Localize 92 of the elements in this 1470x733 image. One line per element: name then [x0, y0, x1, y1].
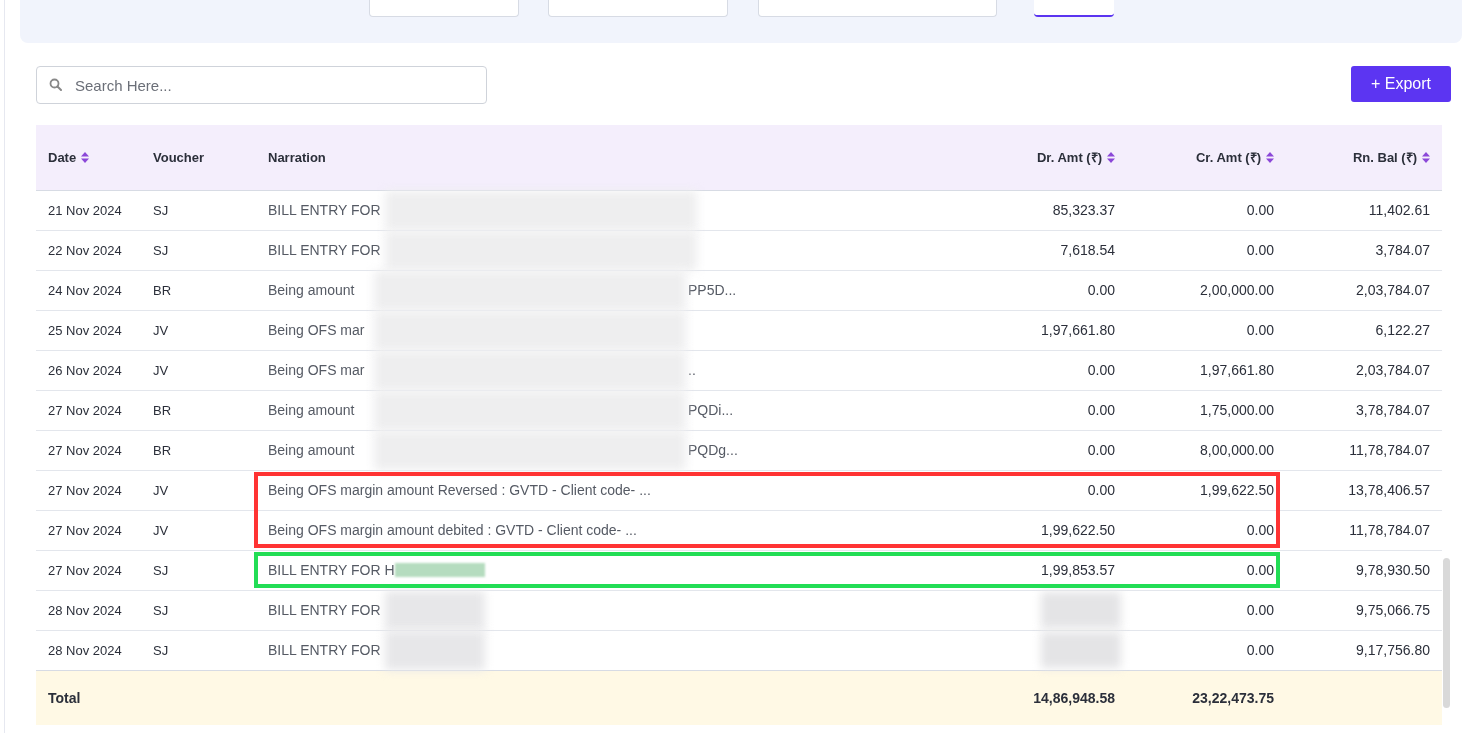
table-cell: PP5D...	[688, 282, 737, 298]
table-cell: JV	[141, 310, 256, 350]
scrollbar-thumb[interactable]	[1443, 558, 1450, 708]
table-cell: 1,99,853.57	[1041, 562, 1115, 578]
filter-field[interactable]	[548, 0, 728, 17]
column-header: Voucher	[153, 149, 205, 165]
table-cell: 27 Nov 2024	[36, 550, 141, 590]
table-cell: 1,99,622.50	[1200, 482, 1274, 498]
table-cell-text: Being amount	[268, 442, 356, 458]
table-cell-text: Being OFS mar	[268, 362, 366, 378]
table-cell: 11,78,784.07	[1349, 442, 1430, 458]
table-cell: 1,97,661.80	[1041, 322, 1115, 338]
table-cell: PQDi...	[688, 402, 734, 418]
column-header[interactable]: Dr. Amt (₹)	[1036, 148, 1102, 167]
table-cell: BILL ENTRY FOR H	[268, 562, 395, 578]
table-cell: 25 Nov 2024	[36, 310, 141, 350]
table-cell: 13,78,406.57	[1348, 482, 1430, 498]
table-cell: JV	[141, 510, 256, 550]
table-cell: 8,00,000.00	[1200, 442, 1274, 458]
table-cell: 2,00,000.00	[1200, 282, 1274, 298]
table-cell: 0.00	[1246, 562, 1274, 578]
table-cell: SJ	[141, 590, 256, 630]
submit-button[interactable]	[1034, 0, 1114, 17]
table-cell: 0.00	[1246, 602, 1274, 618]
table-cell: 0.00	[1246, 202, 1274, 218]
sort-icon[interactable]	[1107, 151, 1115, 163]
table-cell: 0.00	[1087, 482, 1115, 498]
table-cell: 0.00	[1246, 242, 1274, 258]
column-header[interactable]: Rn. Bal (₹)	[1352, 148, 1417, 167]
table-cell: 9,78,930.50	[1356, 562, 1430, 578]
table-cell: BR	[141, 390, 256, 430]
column-header[interactable]: Cr. Amt (₹)	[1195, 148, 1261, 167]
table-cell: 0.00	[1246, 322, 1274, 338]
table-cell: BILL ENTRY FOR	[268, 642, 381, 658]
table-cell: SJ	[141, 230, 256, 270]
table-cell: PQDg...	[688, 442, 738, 458]
table-cell: 6,122.27	[1375, 322, 1430, 338]
total-value: 23,22,473.75	[1192, 689, 1274, 706]
table-cell: 85,323.37	[1052, 202, 1115, 218]
table-cell: JV	[141, 470, 256, 510]
table-cell: 0.00	[1087, 442, 1115, 458]
table-cell-text: Being OFS mar	[268, 322, 366, 338]
table-cell: 24 Nov 2024	[36, 270, 141, 310]
table-cell-text: Being amount	[268, 282, 356, 298]
column-header: Narration	[268, 149, 326, 165]
table-cell-text: Being amount	[268, 402, 356, 418]
table-cell: 0.00	[1246, 522, 1274, 538]
table-cell: ..	[688, 362, 696, 378]
table-cell: 22 Nov 2024	[36, 230, 141, 270]
table-cell: 3,78,784.07	[1356, 402, 1430, 418]
table-cell: 9,17,756.80	[1356, 642, 1430, 658]
table-cell: 11,78,784.07	[1349, 522, 1430, 538]
filter-field[interactable]	[369, 0, 519, 17]
table-cell: 0.00	[1246, 642, 1274, 658]
table-cell: 27 Nov 2024	[36, 510, 141, 550]
table-cell: 1,99,622.50	[1041, 522, 1115, 538]
table-cell: BILL ENTRY FOR	[268, 602, 381, 618]
total-label: Total	[48, 689, 81, 706]
table-cell: SJ	[141, 550, 256, 590]
table-cell: 26 Nov 2024	[36, 350, 141, 390]
sort-icon[interactable]	[81, 151, 90, 163]
table-cell: 1,97,661.80	[1200, 362, 1274, 378]
filter-field[interactable]	[758, 0, 997, 17]
table-cell: 3,784.07	[1375, 242, 1430, 258]
table-cell: BILL ENTRY FOR	[268, 242, 381, 258]
export-button[interactable]: + Export	[1351, 66, 1451, 102]
table-cell: BILL ENTRY FOR	[268, 202, 381, 218]
table-cell: BR	[141, 270, 256, 310]
table-cell: 11,402.61	[1368, 202, 1430, 218]
column-header[interactable]: Date	[48, 149, 77, 165]
table-cell: 2,03,784.07	[1356, 282, 1430, 298]
sort-icon[interactable]	[1266, 151, 1274, 163]
table-cell: 0.00	[1087, 402, 1115, 418]
table-cell: 1,75,000.00	[1200, 402, 1274, 418]
table-cell: Being OFS margin amount Reversed : GVTD - Client code- ...	[268, 482, 651, 498]
table-cell: 28 Nov 2024	[36, 590, 141, 630]
table-cell: 27 Nov 2024	[36, 430, 141, 470]
sort-icon[interactable]	[1422, 151, 1430, 163]
table-cell: Being OFS margin amount debited : GVTD - Client code- ...	[268, 522, 637, 538]
table-cell: 9,75,066.75	[1356, 602, 1430, 618]
table-cell: 0.00	[1087, 362, 1115, 378]
table-cell: SJ	[141, 190, 256, 230]
table-cell: 2,03,784.07	[1356, 362, 1430, 378]
table-cell: JV	[141, 350, 256, 390]
table-cell: 27 Nov 2024	[36, 470, 141, 510]
table-cell: 21 Nov 2024	[36, 190, 141, 230]
table-cell: 7,618.54	[1060, 242, 1115, 258]
total-value: 14,86,948.58	[1033, 689, 1115, 706]
table-cell: BR	[141, 430, 256, 470]
table-cell: 27 Nov 2024	[36, 390, 141, 430]
search-field[interactable]: Search Here...	[36, 66, 487, 104]
table-cell: 0.00	[1087, 282, 1115, 298]
